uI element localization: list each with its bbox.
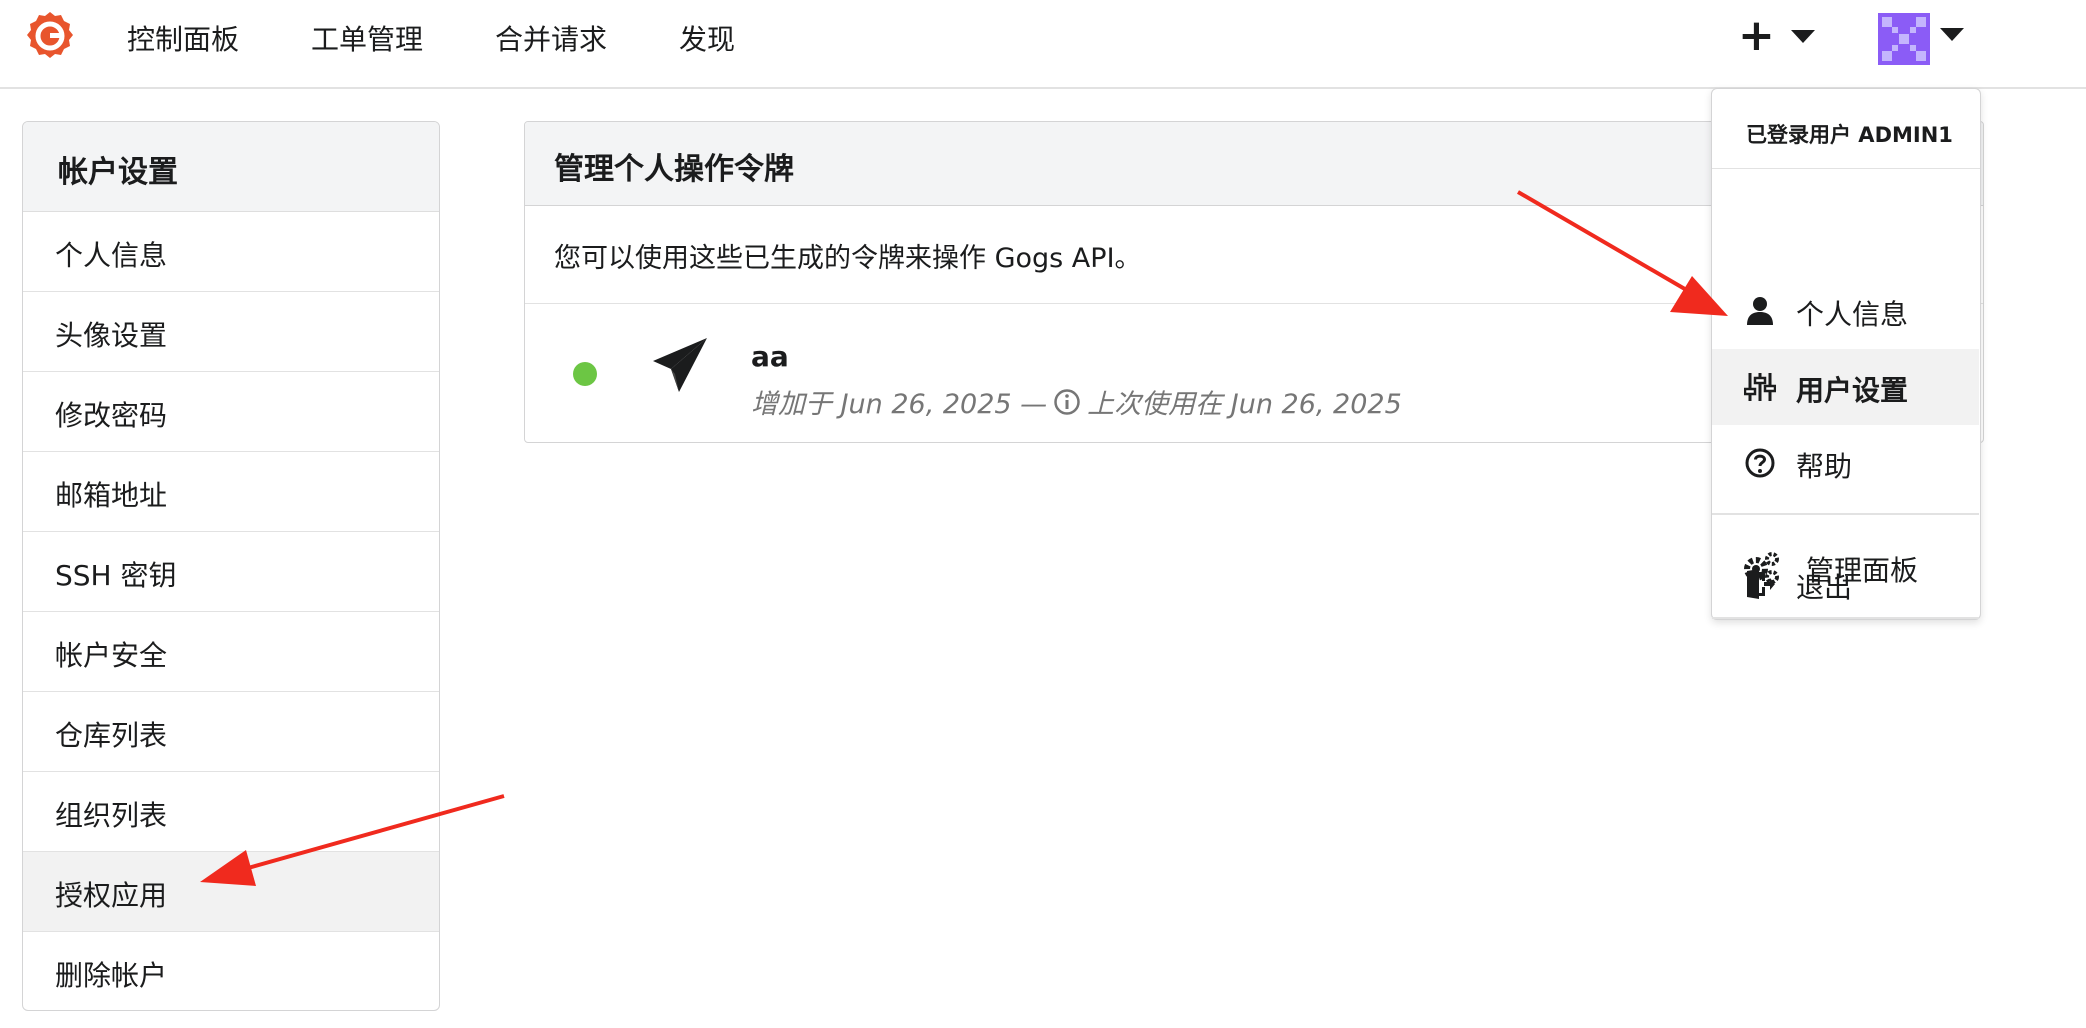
nav-issues[interactable]: 工单管理 [311,18,423,58]
identicon-icon [1878,13,1930,65]
nav-dashboard[interactable]: 控制面板 [127,18,239,58]
token-last-used: 上次使用在 Jun 26, 2025 [1087,389,1402,420]
token-added-date: 增加于 Jun 26, 2025 — [751,389,1048,420]
dropdown-item-label: 个人信息 [1796,298,1909,331]
sidebar-item-organizations[interactable]: 组织列表 [23,772,439,852]
dropdown-item-label: 退出 [1796,571,1853,604]
avatar[interactable] [1878,13,1930,65]
account-settings-sidebar: 帐户设置 个人信息 头像设置 修改密码 邮箱地址 SSH 密钥 帐户安全 仓库列… [22,121,440,1011]
token-status-dot [573,362,597,386]
dropdown-item-settings[interactable]: 用户设置 [1712,349,1979,425]
user-dropdown-caret-icon[interactable] [1940,28,1964,41]
dropdown-item-sign-out[interactable]: 退出 [1712,546,1979,622]
top-navbar: 控制面板 工单管理 合并请求 发现 + [0,0,2086,89]
dropdown-item-label: 用户设置 [1796,374,1909,407]
nav-explore[interactable]: 发现 [679,18,735,58]
token-name: aa [751,340,789,373]
send-icon [653,338,707,392]
nav-pull-requests[interactable]: 合并请求 [495,18,607,58]
signed-in-header: 已登录用户 ADMIN1 [1712,89,1980,169]
sidebar-item-avatar[interactable]: 头像设置 [23,292,439,372]
sidebar-item-ssh-keys[interactable]: SSH 密钥 [23,532,439,612]
dropdown-item-help[interactable]: 帮助 [1712,425,1979,501]
sidebar-item-profile[interactable]: 个人信息 [23,212,439,292]
sidebar-title: 帐户设置 [23,122,439,212]
sidebar-item-email[interactable]: 邮箱地址 [23,452,439,532]
user-icon [1747,297,1773,325]
sidebar-item-security[interactable]: 帐户安全 [23,612,439,692]
sidebar-item-delete-account[interactable]: 删除帐户 [23,932,439,1010]
sidebar-item-applications[interactable]: 授权应用 [23,852,439,932]
token-meta: 增加于 Jun 26, 2025 — 上次使用在 Jun 26, 2025 [751,382,1402,421]
dropdown-item-profile[interactable]: 个人信息 [1712,273,1979,349]
gogs-logo-icon[interactable] [24,10,76,62]
help-circle-icon [1745,448,1775,478]
sign-out-icon [1747,569,1775,599]
create-dropdown-caret-icon[interactable] [1791,30,1815,43]
sliders-icon [1744,373,1776,401]
dropdown-divider [1712,513,1979,515]
user-dropdown-menu: 已登录用户 ADMIN1 个人信息 用户设置 帮助 管理面板 [1711,88,1981,620]
info-icon [1054,389,1080,415]
create-new-button[interactable]: + [1738,12,1775,60]
sidebar-item-repositories[interactable]: 仓库列表 [23,692,439,772]
sidebar-item-password[interactable]: 修改密码 [23,372,439,452]
dropdown-item-label: 帮助 [1796,450,1853,483]
